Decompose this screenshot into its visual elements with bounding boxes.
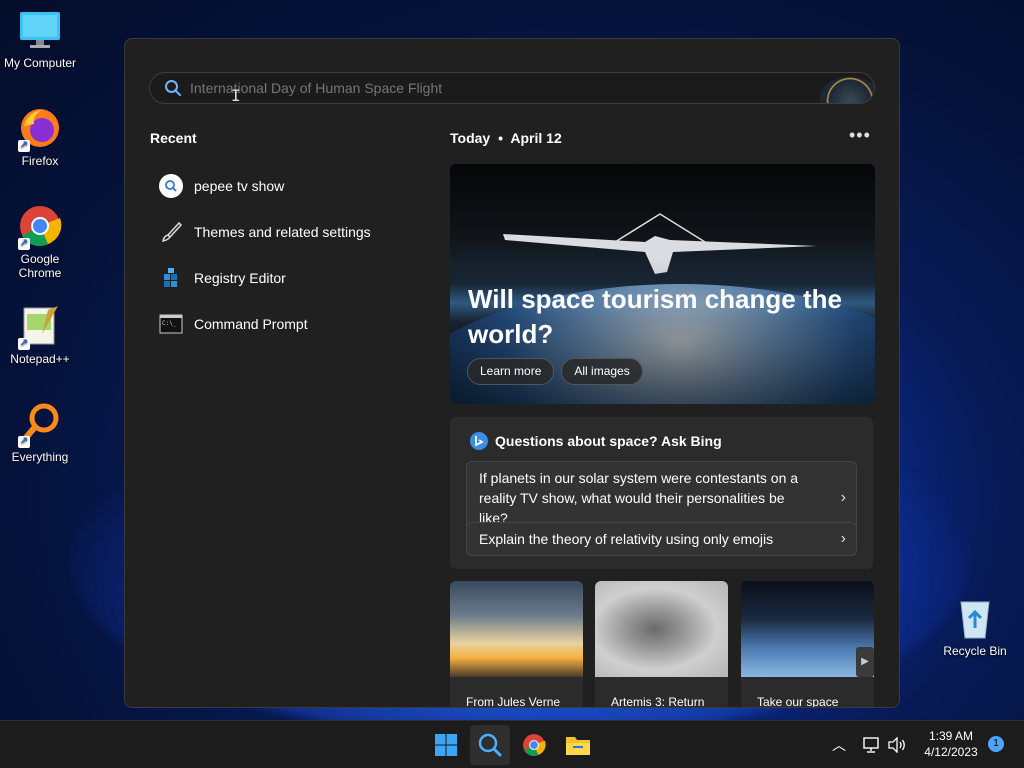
desktop-icon-everything[interactable]: ↗ Everything (0, 402, 80, 464)
ask-bing-card: Questions about space? Ask Bing If plane… (450, 417, 873, 569)
clock-time: 1:39 AM (928, 729, 974, 743)
ask-bing-heading: Questions about space? Ask Bing (470, 432, 722, 450)
question-text: Explain the theory of relativity using o… (479, 531, 774, 547)
chevron-right-icon: › (840, 489, 846, 506)
news-card-caption: Artemis 3: Return (611, 695, 705, 708)
notepadpp-icon: ↗ (18, 304, 62, 350)
chrome-icon (523, 734, 546, 756)
search-input[interactable] (190, 80, 790, 96)
news-card-caption: Take our space (757, 695, 839, 708)
taskbar: ︿ 1:39 AM 4/12/2023 (0, 720, 1024, 768)
show-hidden-icons-button[interactable]: ︿ (832, 721, 846, 768)
search-box[interactable] (149, 72, 875, 104)
taskbar-chrome-button[interactable] (514, 725, 554, 765)
shortcut-arrow-icon: ↗ (18, 338, 30, 350)
registry-icon (159, 266, 183, 290)
desktop-icon-label: Recycle Bin (943, 644, 1007, 658)
today-date: April 12 (510, 130, 562, 146)
today-heading: Today • April 12 (450, 130, 562, 146)
folder-icon (566, 737, 590, 755)
taskbar-search-button[interactable] (470, 725, 510, 765)
notification-badge[interactable]: 1 (988, 736, 1004, 752)
firefox-icon: ↗ (18, 106, 62, 152)
recent-item-themes[interactable]: Themes and related settings (159, 209, 429, 255)
desktop-icon-label: Notepad++ (10, 352, 70, 366)
question-text: If planets in our solar system were cont… (479, 470, 799, 526)
desktop-icon-label: Firefox (21, 154, 59, 168)
desktop-icon-label: My Computer (3, 56, 77, 70)
desktop-icon-chrome[interactable]: ↗ Google Chrome (0, 204, 80, 280)
recent-heading: Recent (150, 130, 197, 146)
bing-icon (470, 432, 488, 450)
news-card[interactable]: From Jules Verne (450, 581, 583, 708)
hero-title[interactable]: Will space tourism change the world? (468, 282, 848, 352)
recent-item-label: Themes and related settings (194, 224, 371, 240)
news-cards: From Jules Verne Artemis 3: Return Take … (450, 581, 875, 708)
news-card[interactable]: Take our space (741, 581, 874, 708)
search-icon (164, 79, 182, 97)
space-telescope-image (741, 581, 874, 677)
recent-item-label: Command Prompt (194, 316, 308, 332)
ask-bing-question[interactable]: Explain the theory of relativity using o… (466, 522, 857, 556)
desktop-icon-label: Everything (11, 450, 69, 464)
recycle-bin-icon (953, 596, 997, 640)
hero-card[interactable]: Will space tourism change the world? Lea… (450, 164, 875, 404)
news-card-caption: From Jules Verne (466, 695, 561, 708)
terminal-icon: C:\_ (159, 312, 183, 336)
chevron-right-icon: › (840, 530, 846, 547)
brush-icon (159, 220, 183, 244)
shortcut-arrow-icon: ↗ (18, 436, 30, 448)
shortcut-arrow-icon: ↗ (18, 140, 30, 152)
chrome-icon: ↗ (18, 204, 62, 250)
rocket-launch-image (450, 581, 583, 677)
recent-item-label: pepee tv show (194, 178, 285, 194)
search-icon (478, 733, 502, 757)
hero-buttons: Learn more All images (467, 358, 643, 385)
desktop-icon-my-computer[interactable]: My Computer (0, 8, 80, 70)
clock-date: 4/12/2023 (924, 745, 978, 759)
news-card[interactable]: Artemis 3: Return (595, 581, 728, 708)
more-options-button[interactable]: ••• (849, 125, 871, 146)
chevron-up-icon: ︿ (832, 737, 846, 753)
search-panel: Recent pepee tv show Themes and related … (124, 38, 900, 708)
recent-item-label: Registry Editor (194, 270, 286, 286)
learn-more-button[interactable]: Learn more (467, 358, 555, 385)
scroll-right-button[interactable]: ▶ (856, 647, 874, 677)
moon-footprint-image (595, 581, 728, 677)
all-images-button[interactable]: All images (561, 358, 643, 385)
recent-item-search[interactable]: pepee tv show (159, 163, 429, 209)
magnifier-icon: ↗ (18, 402, 62, 448)
volume-icon[interactable] (887, 721, 907, 768)
windows-logo-icon (435, 734, 457, 756)
taskbar-explorer-button[interactable] (558, 725, 598, 765)
ask-bing-title: Questions about space? Ask Bing (495, 433, 722, 449)
desktop-icon-notepadpp[interactable]: ↗ Notepad++ (0, 304, 80, 366)
recent-list: pepee tv show Themes and related setting… (159, 163, 429, 347)
recent-item-registry[interactable]: Registry Editor (159, 255, 429, 301)
today-separator: • (498, 130, 503, 146)
taskbar-clock[interactable]: 1:39 AM 4/12/2023 (916, 728, 986, 760)
search-icon (159, 174, 183, 198)
network-icon[interactable] (862, 721, 880, 768)
svg-text:C:\_: C:\_ (162, 320, 177, 327)
desktop-icon-firefox[interactable]: ↗ Firefox (0, 106, 80, 168)
recent-item-cmd[interactable]: C:\_ Command Prompt (159, 301, 429, 347)
start-button[interactable] (426, 725, 466, 765)
search-highlight-image[interactable] (820, 77, 874, 103)
shortcut-arrow-icon: ↗ (18, 238, 30, 250)
text-cursor-icon: I (231, 86, 241, 105)
today-label: Today (450, 130, 491, 146)
desktop-icon-recycle-bin[interactable]: Recycle Bin (935, 596, 1015, 658)
monitor-icon (18, 8, 62, 52)
desktop-icon-label: Google Chrome (18, 252, 62, 280)
